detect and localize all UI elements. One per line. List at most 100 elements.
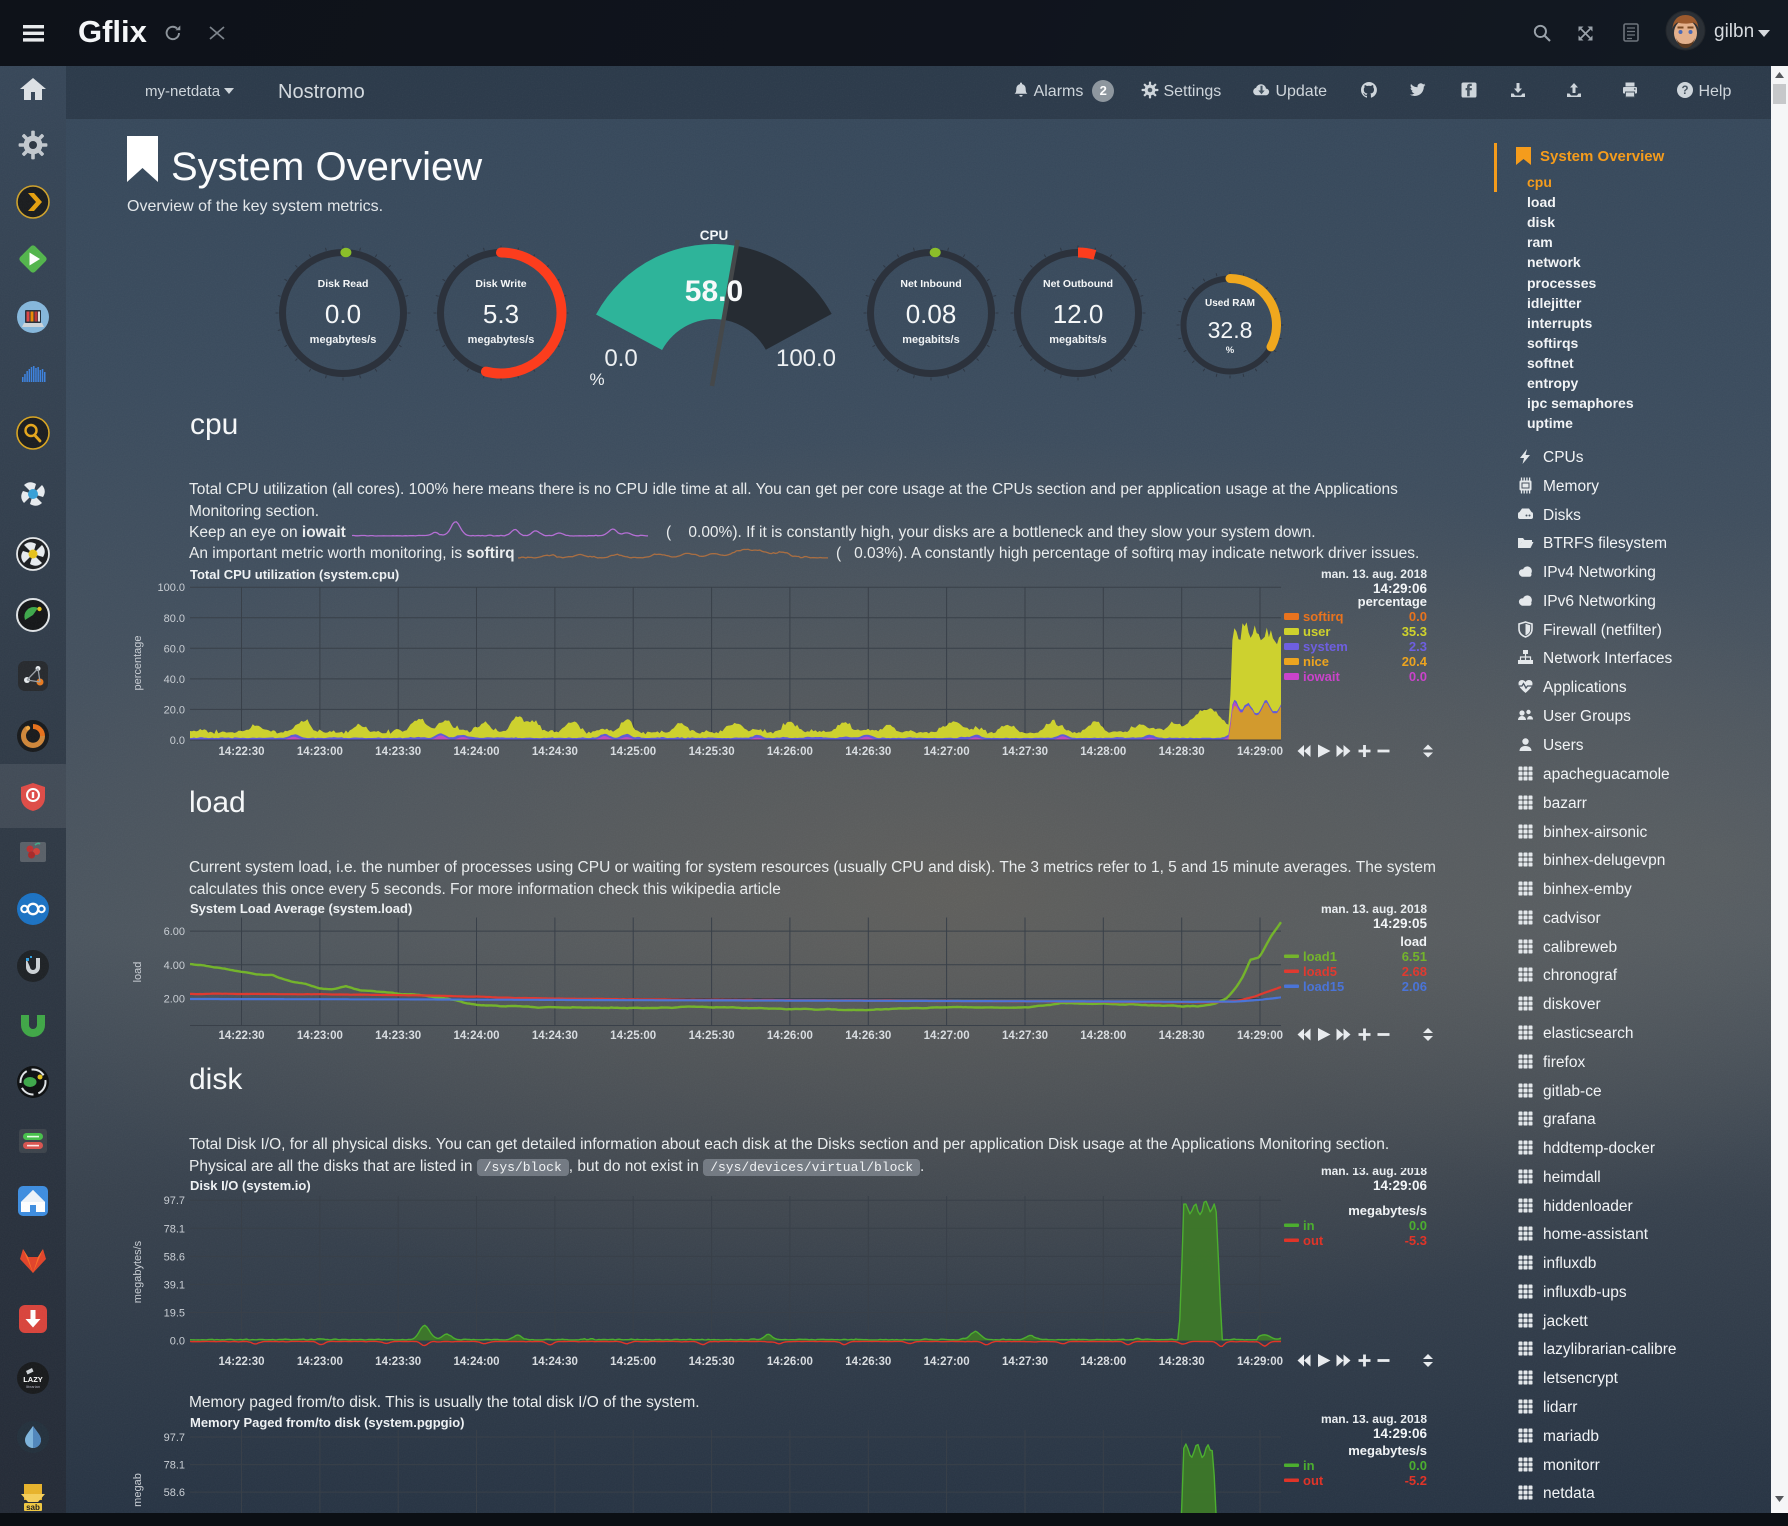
svg-text:megabytes/s: megabytes/s (310, 334, 377, 346)
svg-text:14:29:00: 14:29:00 (1237, 746, 1283, 758)
svg-text:Used RAM: Used RAM (1205, 298, 1255, 309)
svg-text:14:29:00: 14:29:00 (1237, 1030, 1283, 1042)
svg-text:out: out (1303, 1233, 1324, 1248)
svg-text:19.5: 19.5 (164, 1308, 185, 1320)
svg-text:CPU: CPU (700, 228, 729, 243)
svg-text:14:29:05: 14:29:05 (1373, 916, 1428, 931)
svg-text:out: out (1303, 1473, 1324, 1488)
svg-text:0.0: 0.0 (325, 299, 361, 329)
svg-text:14:25:00: 14:25:00 (610, 746, 656, 758)
svg-text:14:27:00: 14:27:00 (924, 1356, 970, 1368)
svg-text:14:26:00: 14:26:00 (767, 1356, 813, 1368)
svg-text:14:24:30: 14:24:30 (532, 1356, 578, 1368)
svg-text:2.00: 2.00 (164, 994, 185, 1006)
svg-text:%: % (1226, 345, 1235, 356)
svg-text:14:23:00: 14:23:00 (297, 1030, 343, 1042)
svg-text:load15: load15 (1303, 979, 1344, 994)
svg-text:Net Inbound: Net Inbound (900, 278, 961, 290)
svg-text:percentage: percentage (1358, 594, 1427, 609)
svg-text:14:26:00: 14:26:00 (767, 1030, 813, 1042)
svg-text:14:27:00: 14:27:00 (924, 746, 970, 758)
svg-text:load5: load5 (1303, 964, 1337, 979)
svg-text:14:25:30: 14:25:30 (689, 1356, 735, 1368)
svg-text:0.0: 0.0 (170, 735, 185, 747)
svg-text:14:29:06: 14:29:06 (1373, 1178, 1428, 1193)
svg-text:Disk Read: Disk Read (318, 278, 369, 290)
svg-text:-5.3: -5.3 (1405, 1233, 1427, 1248)
svg-text:14:28:30: 14:28:30 (1159, 1030, 1205, 1042)
svg-text:14:25:30: 14:25:30 (689, 1030, 735, 1042)
svg-text:78.1: 78.1 (164, 1460, 185, 1472)
svg-text:System Load Average (system.lo: System Load Average (system.load) (190, 901, 412, 916)
svg-text:load: load (132, 962, 144, 983)
svg-text:megabytes/s: megabytes/s (468, 334, 535, 346)
svg-text:14:25:00: 14:25:00 (610, 1356, 656, 1368)
svg-text:78.1: 78.1 (164, 1223, 185, 1235)
svg-text:14:23:30: 14:23:30 (375, 1030, 421, 1042)
svg-text:0.0: 0.0 (1409, 669, 1427, 684)
svg-text:14:22:30: 14:22:30 (218, 1356, 264, 1368)
svg-text:2.68: 2.68 (1402, 964, 1427, 979)
svg-text:percentage: percentage (132, 635, 144, 690)
svg-text:14:27:30: 14:27:30 (1002, 746, 1048, 758)
svg-text:man. 13. aug. 2018: man. 13. aug. 2018 (1321, 902, 1427, 916)
svg-text:0.0: 0.0 (1409, 1218, 1427, 1233)
svg-text:0.0: 0.0 (1409, 1458, 1427, 1473)
svg-text:14:27:30: 14:27:30 (1002, 1356, 1048, 1368)
svg-text:12.0: 12.0 (1053, 299, 1104, 329)
svg-text:14:28:00: 14:28:00 (1080, 746, 1126, 758)
svg-text:4.00: 4.00 (164, 960, 185, 972)
svg-text:14:27:30: 14:27:30 (1002, 1030, 1048, 1042)
svg-text:megabytes/s: megabytes/s (132, 1240, 144, 1303)
svg-text:60.0: 60.0 (164, 643, 185, 655)
svg-text:6.00: 6.00 (164, 926, 185, 938)
svg-text:2.3: 2.3 (1409, 639, 1427, 654)
svg-text:Total CPU utilization (system.: Total CPU utilization (system.cpu) (190, 567, 399, 582)
svg-text:14:28:00: 14:28:00 (1080, 1356, 1126, 1368)
svg-text:20.0: 20.0 (164, 704, 185, 716)
svg-text:14:25:00: 14:25:00 (610, 1030, 656, 1042)
svg-text:Net Outbound: Net Outbound (1043, 278, 1113, 290)
svg-text:97.7: 97.7 (164, 1195, 185, 1207)
svg-text:load: load (1400, 934, 1427, 949)
svg-text:softirq: softirq (1303, 609, 1344, 624)
svg-text:14:26:30: 14:26:30 (845, 746, 891, 758)
svg-text:58.0: 58.0 (685, 275, 743, 308)
svg-text:14:28:30: 14:28:30 (1159, 1356, 1205, 1368)
svg-text:0.0: 0.0 (170, 1336, 185, 1348)
svg-text:14:23:00: 14:23:00 (297, 1356, 343, 1368)
svg-text:14:22:30: 14:22:30 (218, 746, 264, 758)
svg-text:14:24:00: 14:24:00 (453, 746, 499, 758)
svg-text:80.0: 80.0 (164, 613, 185, 625)
svg-text:58.6: 58.6 (164, 1487, 185, 1499)
svg-text:Disk Write: Disk Write (475, 278, 526, 290)
svg-text:megabits/s: megabits/s (902, 334, 959, 346)
svg-text:14:24:00: 14:24:00 (453, 1356, 499, 1368)
svg-text:100.0: 100.0 (776, 345, 836, 372)
svg-text:megab: megab (132, 1473, 144, 1507)
svg-text:load1: load1 (1303, 949, 1337, 964)
svg-text:6.51: 6.51 (1402, 949, 1427, 964)
svg-text:Memory Paged from/to disk (sys: Memory Paged from/to disk (system.pgpgio… (190, 1415, 465, 1430)
svg-text:megabytes/s: megabytes/s (1348, 1443, 1427, 1458)
svg-text:14:26:00: 14:26:00 (767, 746, 813, 758)
svg-text:5.3: 5.3 (483, 299, 519, 329)
svg-text:%: % (589, 370, 604, 389)
svg-text:97.7: 97.7 (164, 1432, 185, 1444)
svg-text:14:29:06: 14:29:06 (1373, 1426, 1428, 1441)
svg-text:39.1: 39.1 (164, 1279, 185, 1291)
svg-text:-5.2: -5.2 (1405, 1473, 1427, 1488)
svg-text:in: in (1303, 1218, 1315, 1233)
svg-text:in: in (1303, 1458, 1315, 1473)
svg-text:megabits/s: megabits/s (1049, 334, 1106, 346)
svg-text:14:23:30: 14:23:30 (375, 1356, 421, 1368)
svg-text:14:22:30: 14:22:30 (218, 1030, 264, 1042)
svg-text:32.8: 32.8 (1208, 317, 1253, 343)
svg-text:14:28:30: 14:28:30 (1159, 746, 1205, 758)
svg-text:100.0: 100.0 (157, 582, 185, 594)
svg-text:14:23:00: 14:23:00 (297, 746, 343, 758)
svg-text:58.6: 58.6 (164, 1251, 185, 1263)
svg-text:system: system (1303, 639, 1348, 654)
svg-text:2.06: 2.06 (1402, 979, 1427, 994)
svg-text:Disk I/O (system.io): Disk I/O (system.io) (190, 1178, 311, 1193)
